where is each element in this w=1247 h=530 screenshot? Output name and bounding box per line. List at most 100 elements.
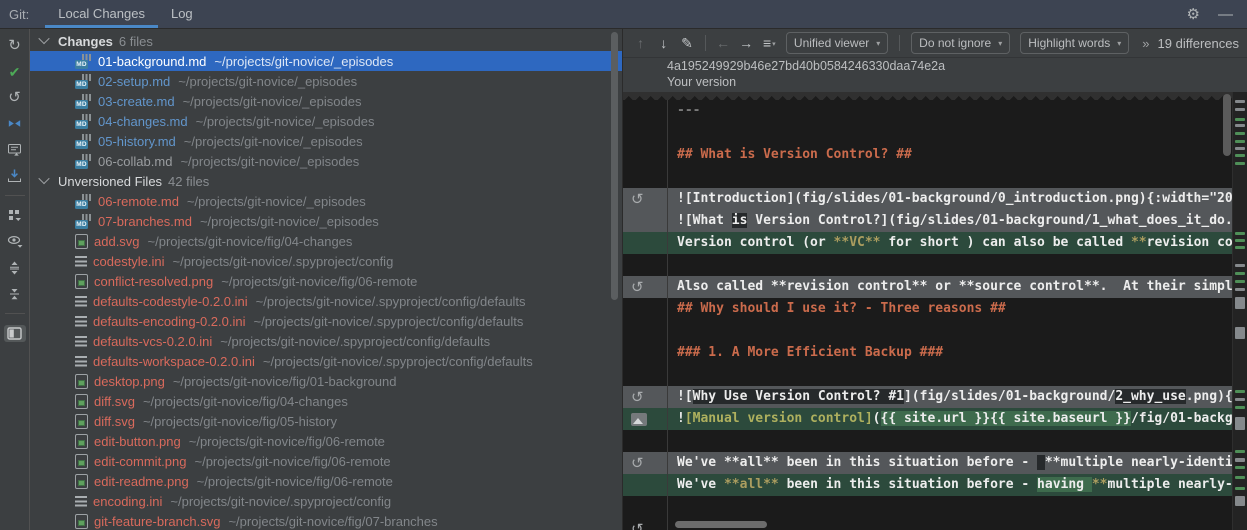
rollback-change-icon[interactable]: ↺: [631, 522, 644, 530]
preview-diff-icon[interactable]: [4, 141, 26, 158]
view-options-eye-icon[interactable]: [4, 233, 26, 250]
file-row[interactable]: MD 06-remote.md ~/projects/git-novice/_epi…: [30, 191, 622, 211]
diff-line: ↺ We've **all** been in this situation be…: [623, 452, 1247, 474]
tab-bar: Local Changes Log: [45, 0, 205, 28]
tab-local-changes[interactable]: Local Changes: [45, 0, 158, 28]
diff-gutter: [623, 254, 667, 276]
jump-to-source-icon[interactable]: ✎: [677, 36, 696, 50]
rollback-change-icon[interactable]: ↺: [631, 192, 644, 207]
chevron-down-icon[interactable]: [38, 172, 50, 184]
diff-map-mark: [1235, 162, 1245, 165]
file-row[interactable]: encoding.ini ~/projects/git-novice/.spypr…: [30, 491, 622, 511]
rollback-change-icon[interactable]: ↺: [631, 456, 644, 471]
diff-minimap[interactable]: [1232, 92, 1247, 530]
file-row[interactable]: edit-readme.png ~/projects/git-novice/fig…: [30, 471, 622, 491]
diff-map-mark: [1235, 458, 1245, 462]
diff-line: ↺ ![Introduction](fig/slides/01-backgroun…: [623, 188, 1247, 210]
file-row[interactable]: codestyle.ini ~/projects/git-novice/.spyp…: [30, 251, 622, 271]
highlight-mode-select[interactable]: Highlight words ▾: [1020, 32, 1130, 54]
diff-settings-icon[interactable]: ≡▾: [760, 36, 779, 50]
group-by-icon[interactable]: [4, 207, 26, 224]
next-difference-icon[interactable]: ↓: [654, 36, 673, 50]
diff-gutter: ↺: [623, 188, 667, 210]
editor-vertical-scrollbar[interactable]: [1223, 94, 1231, 156]
file-row[interactable]: MD 03-create.md ~/projects/git-novice/_epi…: [30, 91, 622, 111]
diff-map-mark: [1235, 264, 1245, 267]
diff-map-mark: [1235, 496, 1245, 506]
prev-difference-icon[interactable]: ↑: [631, 36, 650, 50]
viewer-mode-select[interactable]: Unified viewer ▾: [785, 32, 889, 54]
file-row[interactable]: defaults-codestyle-0.2.0.ini ~/projects/g…: [30, 291, 622, 311]
file-row[interactable]: desktop.png ~/projects/git-novice/fig/01-…: [30, 371, 622, 391]
file-row[interactable]: git-feature-branch.svg ~/projects/git-nov…: [30, 511, 622, 530]
tree-group-changes[interactable]: Changes 6 files: [30, 31, 622, 51]
file-row[interactable]: MD 06-collab.md ~/projects/git-novice/_epi…: [30, 151, 622, 171]
file-row[interactable]: conflict-resolved.png ~/projects/git-novi…: [30, 271, 622, 291]
diff-gutter: [623, 320, 667, 342]
diff-gutter: [623, 430, 667, 452]
diff-line-text: ![Introduction](fig/slides/01-background…: [667, 188, 1247, 210]
diff-line: ## What is Version Control? ##: [623, 144, 1247, 166]
diff-editor[interactable]: --- ## What is Version Control? ## ↺ ![Intr…: [623, 92, 1247, 530]
tab-log[interactable]: Log: [158, 0, 206, 28]
file-row[interactable]: defaults-vcs-0.2.0.ini ~/projects/git-nov…: [30, 331, 622, 351]
diff-map-mark: [1235, 417, 1245, 430]
diff-gutter: [623, 342, 667, 364]
tree-group-unversioned-files[interactable]: Unversioned Files 42 files: [30, 171, 622, 191]
diff-line: [623, 496, 1247, 518]
file-row[interactable]: defaults-workspace-0.2.0.ini ~/projects/g…: [30, 351, 622, 371]
rollback-change-icon[interactable]: ↺: [631, 390, 644, 405]
tree-scrollbar[interactable]: [611, 32, 618, 300]
settings-gear-icon[interactable]: ⚙: [1187, 7, 1200, 22]
prev-change-icon[interactable]: ←: [713, 36, 732, 50]
show-image-diff-icon[interactable]: [631, 412, 647, 426]
expand-all-icon[interactable]: [4, 259, 26, 276]
image-file-icon: [75, 233, 88, 249]
diff-gutter: ↺: [623, 386, 667, 408]
file-row[interactable]: MD 02-setup.md ~/projects/git-novice/_epis…: [30, 71, 622, 91]
diff-line-text: [667, 254, 1247, 276]
diff-map-mark: [1235, 466, 1245, 469]
collapsed-region-edge: [623, 92, 1233, 100]
file-row[interactable]: MD 01-background.md ~/projects/git-novice/…: [30, 51, 622, 71]
file-row[interactable]: diff.svg ~/projects/git-novice/fig/04-cha…: [30, 391, 622, 411]
diff-gutter: [623, 122, 667, 144]
refresh-icon[interactable]: ↻: [4, 37, 26, 54]
image-file-icon: [75, 513, 88, 529]
file-row[interactable]: edit-button.png ~/projects/git-novice/fig…: [30, 431, 622, 451]
file-row[interactable]: MD 07-branches.md ~/projects/git-novice/_e…: [30, 211, 622, 231]
commit-check-icon[interactable]: ✔: [4, 63, 26, 80]
toolbar-separator: [899, 35, 901, 51]
diff-line: ---: [623, 100, 1247, 122]
diff-line-text: ![What is Version Control?](fig/slides/0…: [667, 210, 1247, 232]
main-area: ↻ ✔ ↺ Changes 6 files MD 01-background.md ~/pr…: [0, 29, 1247, 530]
file-row[interactable]: MD 04-changes.md ~/projects/git-novice/_ep…: [30, 111, 622, 131]
rollback-change-icon[interactable]: ↺: [631, 280, 644, 295]
hide-tool-window-icon[interactable]: —: [1218, 7, 1233, 22]
diff-line: [623, 430, 1247, 452]
ini-file-icon: [75, 335, 87, 347]
shelve-silently-icon[interactable]: [4, 115, 26, 132]
whitespace-policy-select[interactable]: Do not ignore ▾: [911, 32, 1011, 54]
diff-line-text: We've **all** been in this situation bef…: [667, 452, 1247, 474]
diff-map-mark: [1235, 154, 1245, 157]
more-actions-chevron[interactable]: »: [1142, 36, 1149, 51]
image-file-icon: [75, 453, 88, 469]
next-change-icon[interactable]: →: [737, 36, 756, 50]
diff-line-text: [667, 430, 1247, 452]
file-row[interactable]: MD 05-history.md ~/projects/git-novice/_ep…: [30, 131, 622, 151]
editor-horizontal-scrollbar[interactable]: [675, 521, 767, 528]
collapse-all-icon[interactable]: [4, 285, 26, 302]
chevron-down-icon[interactable]: [38, 32, 50, 44]
file-row[interactable]: add.svg ~/projects/git-novice/fig/04-chan…: [30, 231, 622, 251]
rollback-icon[interactable]: ↺: [4, 89, 26, 106]
diff-line: We've **all** been in this situation bef…: [623, 474, 1247, 496]
file-row[interactable]: diff.svg ~/projects/git-novice/fig/05-his…: [30, 411, 622, 431]
unshelve-icon[interactable]: [4, 167, 26, 184]
file-row[interactable]: edit-commit.png ~/projects/git-novice/fig…: [30, 451, 622, 471]
diff-gutter: [623, 100, 667, 122]
file-row[interactable]: defaults-encoding-0.2.0.ini ~/projects/gi…: [30, 311, 622, 331]
diff-line-text: [667, 320, 1247, 342]
diff-gutter: [623, 232, 667, 254]
preview-panel-toggle-icon[interactable]: [3, 325, 26, 342]
